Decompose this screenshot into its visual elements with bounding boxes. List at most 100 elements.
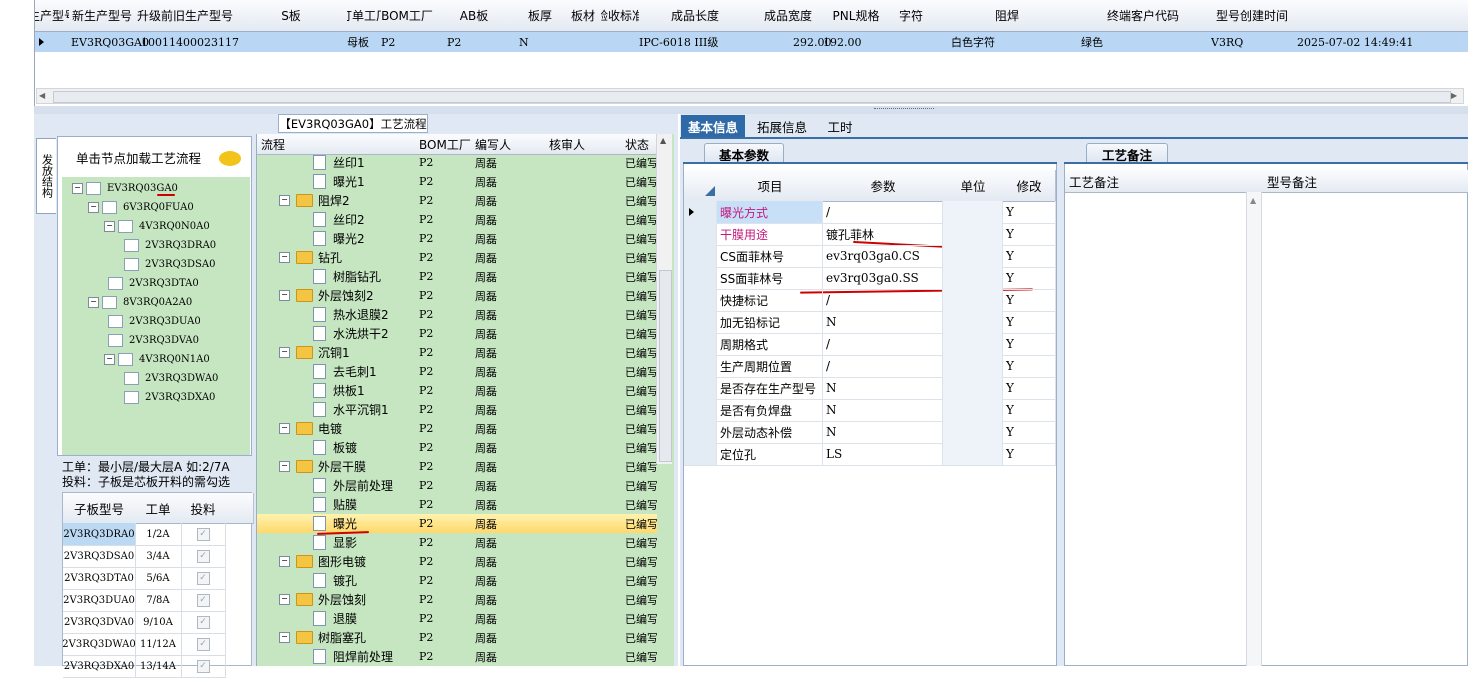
- process-name[interactable]: 去毛刺1: [313, 362, 377, 381]
- tree-node[interactable]: 2V3RQ3DRA0: [124, 237, 216, 253]
- grid-cell[interactable]: IPC-6018 III级: [639, 32, 718, 52]
- process-name[interactable]: 退膜: [313, 609, 357, 628]
- collapse-icon[interactable]: −: [279, 347, 290, 358]
- process-row[interactable]: − 电镀 P2 周磊 已编写: [257, 419, 657, 438]
- param-value[interactable]: N: [823, 421, 943, 443]
- grid-header-6[interactable]: AB板: [433, 0, 516, 32]
- horizontal-scrollbar[interactable]: ◀ ▶: [36, 88, 1464, 104]
- param-unit[interactable]: [943, 267, 1003, 289]
- tree-node[interactable]: − 6V3RQ0FUA0: [88, 199, 194, 215]
- process-name[interactable]: − 电镀: [279, 419, 342, 438]
- collapse-icon[interactable]: −: [279, 290, 290, 301]
- param-row[interactable]: 是否存在生产型号 N Y: [684, 377, 1056, 400]
- process-row[interactable]: − 图形电镀 P2 周磊 已编写: [257, 552, 657, 571]
- feed-checkbox[interactable]: ✓: [196, 571, 210, 585]
- param-modify[interactable]: Y: [1003, 355, 1056, 377]
- collapse-icon[interactable]: −: [279, 556, 290, 567]
- grid-header-16[interactable]: 型号创建时间: [1207, 0, 1298, 32]
- grid-header-5[interactable]: BOM工厂: [381, 0, 434, 32]
- process-row[interactable]: 镀孔 P2 周磊 已编写: [257, 571, 657, 590]
- sub-cell-model[interactable]: 2V3RQ3DRA0: [63, 523, 136, 546]
- splitter[interactable]: [34, 106, 1468, 114]
- param-row[interactable]: 生产周期位置 / Y: [684, 355, 1056, 378]
- param-row[interactable]: 干膜用途 镀孔菲林 Y: [684, 223, 1056, 246]
- sub-header-2[interactable]: 投料: [181, 493, 226, 524]
- grid-header-12[interactable]: PNL规格: [825, 0, 888, 32]
- process-name[interactable]: 热水退膜2: [313, 305, 389, 324]
- sub-cell-model[interactable]: 2V3RQ3DXA0: [63, 655, 136, 678]
- sub-cell-order[interactable]: 13/14A: [135, 655, 182, 678]
- param-modify[interactable]: Y: [1003, 377, 1056, 399]
- process-name[interactable]: 烘板1: [313, 381, 365, 400]
- process-row[interactable]: − 钻孔 P2 周磊 已编写: [257, 248, 657, 267]
- sub-cell-model[interactable]: 2V3RQ3DVA0: [63, 611, 136, 634]
- grid-header-13[interactable]: 字符: [887, 0, 936, 32]
- grid-header-2[interactable]: 升级前旧生产型号: [135, 0, 236, 32]
- scroll-thumb[interactable]: [53, 91, 1451, 103]
- sub-cell-order[interactable]: 11/12A: [135, 633, 182, 656]
- sub-cell-feed[interactable]: ✓: [181, 523, 226, 546]
- param-unit[interactable]: [943, 443, 1003, 465]
- process-scrollbar[interactable]: ▲: [656, 134, 672, 464]
- process-name[interactable]: − 树脂塞孔: [279, 628, 366, 647]
- tree-node[interactable]: − 4V3RQ0N0A0: [104, 218, 210, 234]
- param-modify[interactable]: Y: [1003, 267, 1056, 289]
- scroll-left-icon[interactable]: ◀: [39, 91, 49, 101]
- param-modify[interactable]: Y: [1003, 289, 1056, 311]
- param-modify[interactable]: Y: [1003, 443, 1056, 465]
- param-value[interactable]: /: [823, 355, 943, 377]
- process-row[interactable]: 显影 P2 周磊 已编写: [257, 533, 657, 552]
- sub-cell-model[interactable]: 2V3RQ3DSA0: [63, 545, 136, 568]
- scroll-thumb[interactable]: [659, 270, 672, 462]
- param-value[interactable]: LS: [823, 443, 943, 465]
- grid-header-0[interactable]: 生产型号: [35, 0, 70, 32]
- process-header-bom[interactable]: BOM工厂: [415, 134, 476, 155]
- process-name[interactable]: 镀孔: [313, 571, 357, 590]
- process-row[interactable]: 曝光2 P2 周磊 已编写: [257, 229, 657, 248]
- param-value[interactable]: /: [823, 333, 943, 355]
- grid-cell[interactable]: 10011400023117: [141, 32, 239, 52]
- sub-cell-model[interactable]: 2V3RQ3DWA0: [62, 633, 136, 656]
- param-row[interactable]: 是否有负焊盘 N Y: [684, 399, 1056, 422]
- process-row[interactable]: 丝印2 P2 周磊 已编写: [257, 210, 657, 229]
- param-value[interactable]: ev3rq03ga0.CS: [823, 245, 943, 267]
- process-name[interactable]: 曝光1: [313, 172, 365, 191]
- scroll-up-icon[interactable]: ▲: [660, 136, 666, 145]
- param-row[interactable]: 快捷标记 / Y: [684, 289, 1056, 312]
- sub-cell-order[interactable]: 1/2A: [135, 523, 182, 546]
- param-value[interactable]: ev3rq03ga0.SS: [823, 267, 943, 289]
- process-name[interactable]: − 外层干膜: [279, 457, 366, 476]
- process-name[interactable]: 显影: [313, 533, 357, 552]
- process-row[interactable]: − 外层蚀刻 P2 周磊 已编写: [257, 590, 657, 609]
- process-row[interactable]: 丝印1 P2 周磊 已编写: [257, 153, 657, 172]
- tab-extended-info[interactable]: 拓展信息: [750, 115, 814, 137]
- grid-header-14[interactable]: 阻焊: [935, 0, 1080, 32]
- process-row[interactable]: − 树脂塞孔 P2 周磊 已编写: [257, 628, 657, 647]
- tab-basic-info[interactable]: 基本信息: [681, 115, 745, 137]
- grid-header-7[interactable]: 板厚: [515, 0, 566, 32]
- sub-cell-order[interactable]: 9/10A: [135, 611, 182, 634]
- param-row[interactable]: 加无铅标记 N Y: [684, 311, 1056, 334]
- feed-checkbox[interactable]: ✓: [196, 527, 210, 541]
- grid-cell[interactable]: 母板: [347, 32, 369, 52]
- tab-basic-params[interactable]: 基本参数: [704, 143, 784, 164]
- process-name[interactable]: 丝印1: [313, 153, 365, 172]
- param-modify[interactable]: Y: [1003, 201, 1056, 223]
- process-row[interactable]: − 沉铜1 P2 周磊 已编写: [257, 343, 657, 362]
- grid-header-15[interactable]: 终端客户代码: [1079, 0, 1208, 32]
- process-row[interactable]: 曝光1 P2 周磊 已编写: [257, 172, 657, 191]
- collapse-icon[interactable]: −: [279, 423, 290, 434]
- sub-header-0[interactable]: 子板型号: [63, 493, 136, 524]
- param-unit[interactable]: [943, 333, 1003, 355]
- grid-cell[interactable]: 白色字符: [951, 32, 995, 52]
- sub-cell-order[interactable]: 3/4A: [135, 545, 182, 568]
- collapse-icon[interactable]: −: [279, 195, 290, 206]
- process-row[interactable]: 水平沉铜1 P2 周磊 已编写: [257, 400, 657, 419]
- process-row[interactable]: − 外层干膜 P2 周磊 已编写: [257, 457, 657, 476]
- process-name[interactable]: 丝印2: [313, 210, 365, 229]
- param-header-value[interactable]: 参数: [823, 170, 944, 202]
- param-row[interactable]: 曝光方式 / Y: [684, 201, 1056, 224]
- grid-cell[interactable]: 绿色: [1081, 32, 1103, 52]
- process-name[interactable]: 树脂钻孔: [313, 267, 381, 286]
- process-name[interactable]: − 外层蚀刻: [279, 590, 366, 609]
